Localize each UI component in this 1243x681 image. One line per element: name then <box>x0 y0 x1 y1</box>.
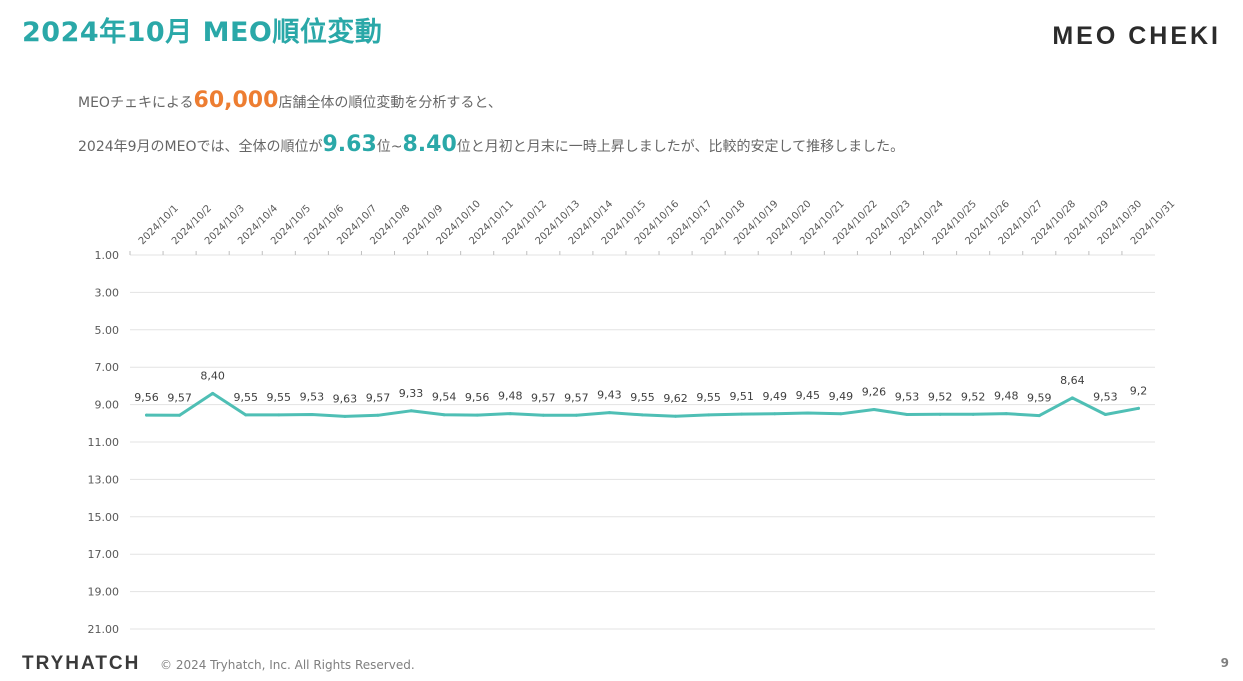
data-point <box>1070 396 1074 400</box>
data-label: 9,53 <box>895 391 920 404</box>
data-point <box>145 413 149 417</box>
data-label: 9,48 <box>994 390 1019 403</box>
data-point <box>1004 412 1008 416</box>
y-tick-label: 9.00 <box>95 399 120 412</box>
data-label: 9,57 <box>531 391 556 404</box>
data-label: 9,53 <box>1093 391 1118 404</box>
data-point <box>806 411 810 415</box>
copyright-text: © 2024 Tryhatch, Inc. All Rights Reserve… <box>160 658 415 672</box>
data-point <box>376 413 380 417</box>
y-tick-label: 19.00 <box>88 586 120 599</box>
data-point <box>442 413 446 417</box>
tryhatch-logo: TRYHATCH <box>22 653 141 674</box>
data-label: 9,57 <box>366 391 391 404</box>
data-label: 8,40 <box>200 369 225 382</box>
page-number: 9 <box>1220 656 1229 670</box>
data-point <box>1136 406 1140 410</box>
data-point <box>211 391 215 395</box>
data-label: 9,59 <box>1027 392 1052 405</box>
data-label: 9,51 <box>729 390 754 403</box>
data-point <box>343 414 347 418</box>
data-point <box>872 407 876 411</box>
y-tick-label: 11.00 <box>88 436 120 449</box>
y-tick-label: 5.00 <box>95 324 120 337</box>
data-point <box>277 413 281 417</box>
data-label: 9,63 <box>333 392 358 405</box>
data-point <box>707 413 711 417</box>
data-point <box>971 412 975 416</box>
data-label: 9,53 <box>300 391 325 404</box>
rank-line-chart: 1.00 3.00 5.00 7.00 9.00 11.00 13.00 15.00 17.00… <box>88 199 1178 636</box>
data-label: 9,56 <box>134 391 159 404</box>
data-point <box>839 412 843 416</box>
data-point <box>641 413 644 417</box>
data-point <box>674 414 678 418</box>
data-point <box>905 413 909 417</box>
data-label: 9,52 <box>961 390 986 403</box>
data-label: 9,55 <box>267 391 292 404</box>
data-label: 9,55 <box>696 391 721 404</box>
data-label: 9,62 <box>663 392 688 405</box>
data-label: 9,48 <box>498 390 523 403</box>
data-label: 9,49 <box>763 390 788 403</box>
data-label: 8,64 <box>1060 374 1085 387</box>
data-point <box>740 412 744 416</box>
data-label: 9,2 <box>1130 384 1148 397</box>
y-tick-label: 21.00 <box>88 623 120 636</box>
data-point <box>409 409 413 413</box>
y-tick-label: 17.00 <box>88 548 120 561</box>
data-label: 9,57 <box>564 391 589 404</box>
data-label: 9,26 <box>862 385 887 398</box>
data-label: 9,57 <box>167 391 192 404</box>
data-point <box>773 412 777 416</box>
y-tick-label: 15.00 <box>88 511 120 524</box>
data-label: 9,54 <box>432 391 457 404</box>
y-tick-label: 13.00 <box>88 473 120 486</box>
data-point <box>1037 414 1041 418</box>
data-label: 9,49 <box>829 390 854 403</box>
data-point <box>1103 413 1107 417</box>
data-point <box>541 413 545 417</box>
data-label: 9,43 <box>597 389 622 402</box>
data-point <box>178 413 182 417</box>
data-label: 9,56 <box>465 391 490 404</box>
data-label: 9,55 <box>233 391 258 404</box>
data-label: 9,55 <box>630 391 655 404</box>
data-label: 9,45 <box>796 389 821 402</box>
data-point <box>310 413 314 417</box>
y-tick-label: 1.00 <box>95 249 120 262</box>
data-point <box>607 411 611 415</box>
y-tick-label: 7.00 <box>95 361 120 374</box>
data-point <box>508 412 512 416</box>
data-point <box>938 412 942 416</box>
data-label: 9,33 <box>399 387 424 400</box>
data-point <box>244 413 248 417</box>
y-tick-label: 3.00 <box>95 286 120 299</box>
data-label: 9,52 <box>928 390 953 403</box>
data-point <box>475 413 479 417</box>
data-point <box>574 413 578 417</box>
